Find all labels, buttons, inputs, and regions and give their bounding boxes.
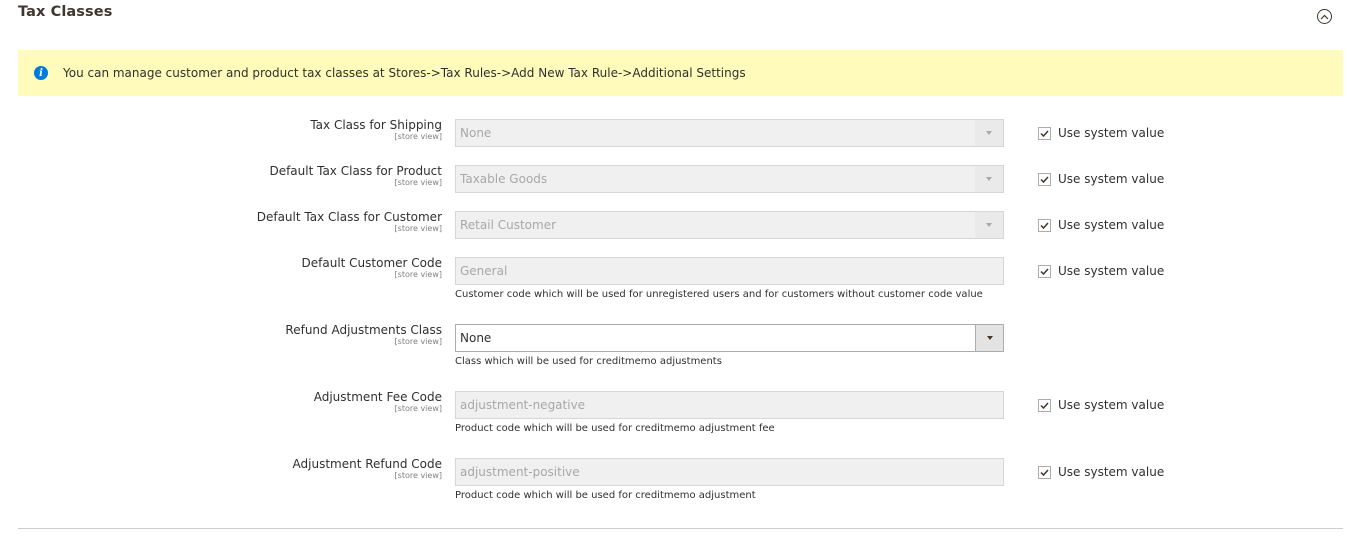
chevron-up-icon <box>1320 14 1329 19</box>
field-label: Tax Class for Shipping <box>310 118 442 132</box>
field-label: Default Tax Class for Product <box>269 164 442 178</box>
field-label: Adjustment Fee Code <box>313 390 442 404</box>
refund-adjustments-class-select[interactable]: None <box>455 324 1004 352</box>
input-value: adjustment-negative <box>460 398 586 412</box>
scope-label: [store view] <box>394 404 442 413</box>
use-system-value-checkbox[interactable]: Use system value <box>1038 465 1164 479</box>
field-note: Product code which will be used for cred… <box>455 490 756 501</box>
scope-label: [store view] <box>394 224 442 233</box>
checkbox-checked-icon[interactable] <box>1038 264 1051 278</box>
use-system-value-checkbox[interactable]: Use system value <box>1038 218 1164 232</box>
use-system-value-checkbox[interactable]: Use system value <box>1038 172 1164 186</box>
field-label: Adjustment Refund Code <box>292 457 442 471</box>
checkbox-checked-icon[interactable] <box>1038 398 1051 412</box>
select-value: None <box>460 331 492 345</box>
scope-label: [store view] <box>394 471 442 480</box>
collapse-section-button[interactable] <box>1317 9 1332 24</box>
use-system-value-label: Use system value <box>1058 172 1165 186</box>
select-value: Retail Customer <box>460 218 557 232</box>
scope-label: [store view] <box>394 132 442 141</box>
use-system-value-label: Use system value <box>1058 465 1165 479</box>
use-system-value-label: Use system value <box>1058 218 1165 232</box>
adjustment-fee-code-input[interactable]: adjustment-negative <box>455 391 1004 419</box>
default-customer-code-input[interactable]: General <box>455 257 1004 285</box>
dropdown-arrow-icon[interactable] <box>975 325 1003 351</box>
scope-label: [store view] <box>394 270 442 279</box>
scope-label: [store view] <box>394 337 442 346</box>
field-note: Product code which will be used for cred… <box>455 423 775 434</box>
field-label: Default Customer Code <box>301 256 442 270</box>
dropdown-arrow-icon <box>975 120 1003 146</box>
use-system-value-label: Use system value <box>1058 264 1165 278</box>
dropdown-arrow-icon <box>975 212 1003 238</box>
use-system-value-checkbox[interactable]: Use system value <box>1038 398 1164 412</box>
default-tax-class-product-select[interactable]: Taxable Goods <box>455 165 1004 193</box>
adjustment-refund-code-input[interactable]: adjustment-positive <box>455 458 1004 486</box>
notice-message: i You can manage customer and product ta… <box>18 50 1343 96</box>
notice-text: You can manage customer and product tax … <box>63 66 746 80</box>
section-divider <box>18 528 1343 529</box>
field-label: Refund Adjustments Class <box>285 323 442 337</box>
use-system-value-checkbox[interactable]: Use system value <box>1038 264 1164 278</box>
checkbox-checked-icon[interactable] <box>1038 465 1051 479</box>
use-system-value-label: Use system value <box>1058 398 1165 412</box>
select-value: None <box>460 126 492 140</box>
checkbox-checked-icon[interactable] <box>1038 126 1051 140</box>
tax-class-shipping-select[interactable]: None <box>455 119 1004 147</box>
input-value: General <box>460 264 508 278</box>
default-tax-class-customer-select[interactable]: Retail Customer <box>455 211 1004 239</box>
info-icon: i <box>34 66 48 80</box>
checkbox-checked-icon[interactable] <box>1038 172 1051 186</box>
field-note: Customer code which will be used for unr… <box>455 289 983 300</box>
field-label: Default Tax Class for Customer <box>256 210 442 224</box>
field-note: Class which will be used for creditmemo … <box>455 356 722 367</box>
select-value: Taxable Goods <box>460 172 548 186</box>
use-system-value-checkbox[interactable]: Use system value <box>1038 126 1164 140</box>
section-title: Tax Classes <box>18 4 113 20</box>
use-system-value-label: Use system value <box>1058 126 1165 140</box>
scope-label: [store view] <box>394 178 442 187</box>
checkbox-checked-icon[interactable] <box>1038 218 1051 232</box>
input-value: adjustment-positive <box>460 465 580 479</box>
dropdown-arrow-icon <box>975 166 1003 192</box>
